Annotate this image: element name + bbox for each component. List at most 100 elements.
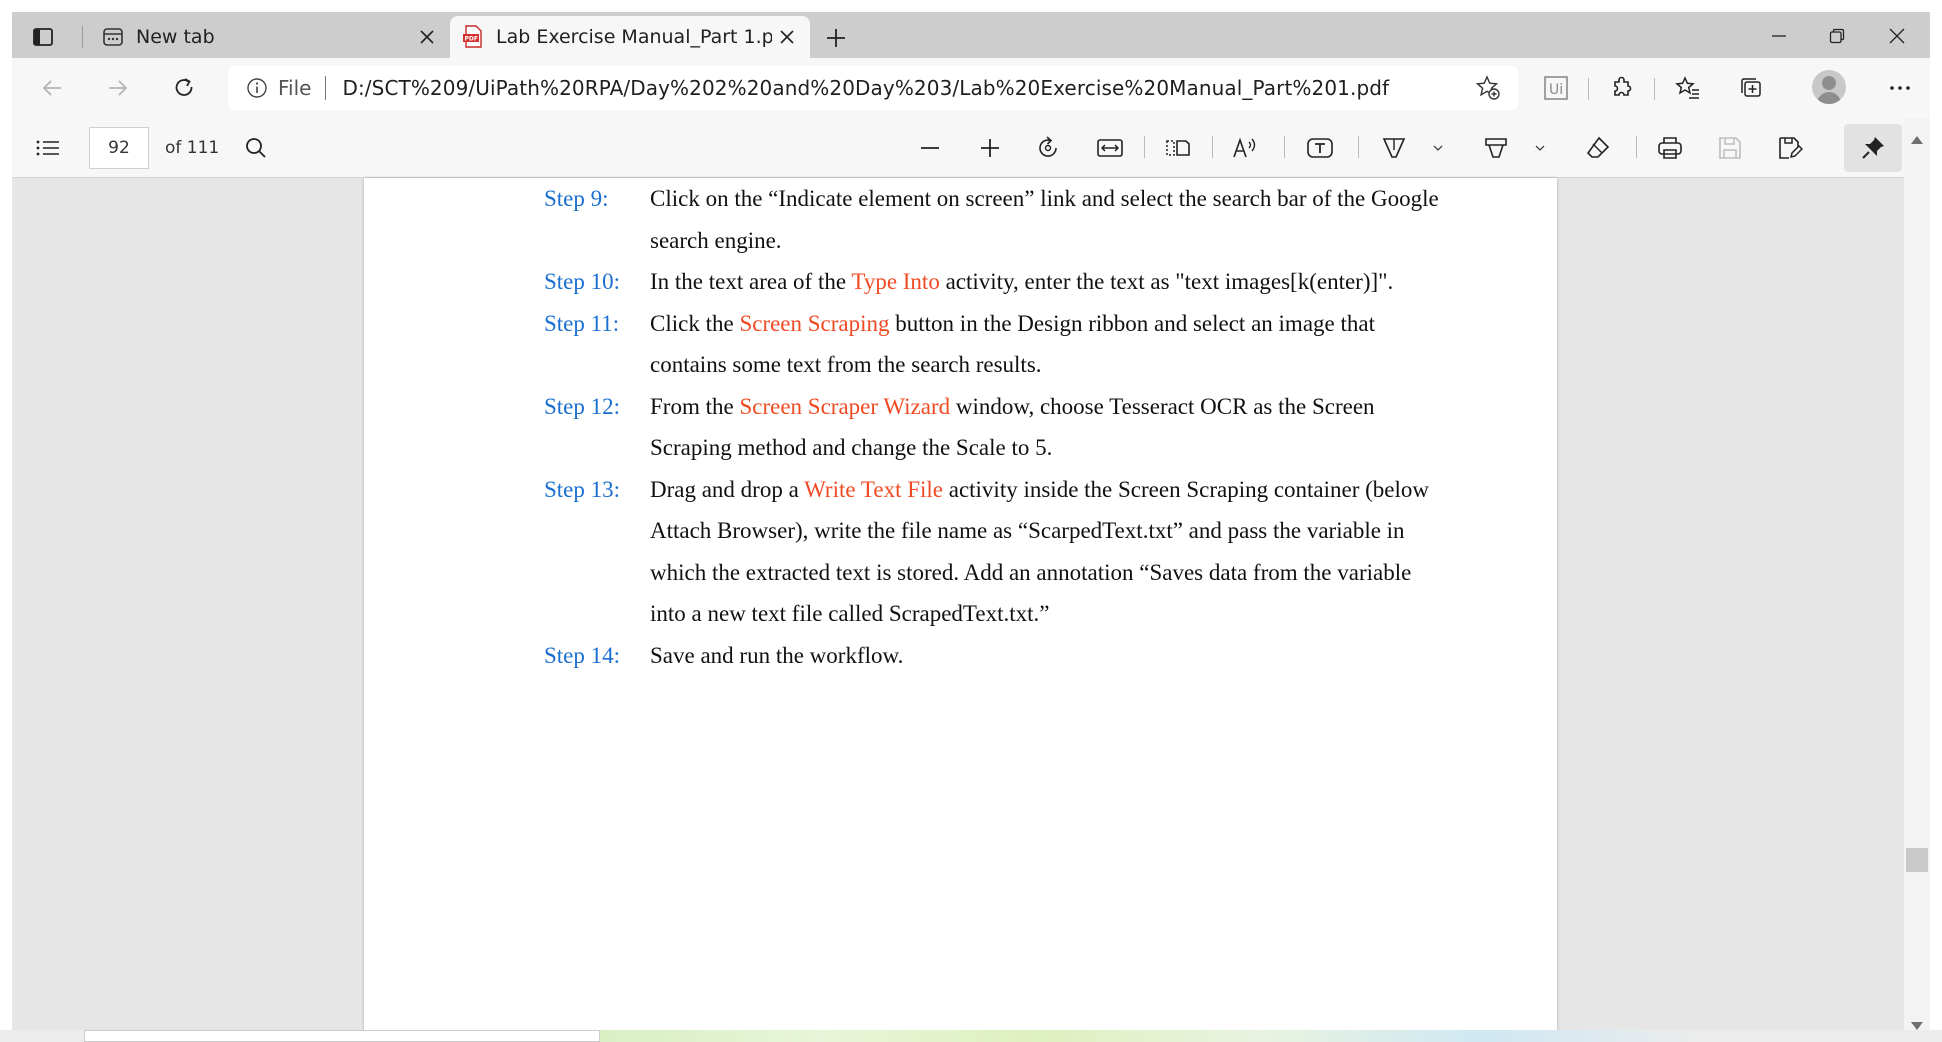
activity-name-highlight: Screen Scraping bbox=[739, 310, 890, 336]
page-view-button[interactable] bbox=[1160, 130, 1196, 166]
profile-avatar[interactable] bbox=[1812, 70, 1846, 104]
navigation-bar: File D:/SCT%209/UiPath%20RPA/Day%202%20a… bbox=[12, 58, 1930, 118]
page-count: of 111 bbox=[165, 138, 220, 158]
draw-button[interactable] bbox=[1376, 130, 1412, 166]
tab-strip: New tab PDF Lab Exercise Manual_Part 1.p… bbox=[12, 12, 1930, 58]
close-icon bbox=[420, 30, 434, 44]
add-text-button[interactable] bbox=[1302, 130, 1338, 166]
contents-list-icon bbox=[36, 140, 59, 156]
pin-toolbar-button[interactable] bbox=[1844, 124, 1902, 172]
close-tab-button[interactable] bbox=[412, 22, 442, 52]
refresh-button[interactable] bbox=[166, 70, 202, 106]
step-label: Step 9: bbox=[544, 186, 609, 211]
scrollbar-thumb[interactable] bbox=[1906, 848, 1928, 872]
highlight-options-dropdown[interactable] bbox=[1528, 130, 1552, 166]
step-text-segment: activity, enter the text as "text images… bbox=[939, 269, 1394, 294]
step-text-segment: Click the bbox=[650, 310, 740, 336]
collections-button[interactable] bbox=[1734, 70, 1770, 106]
step-text: In the text area of the Type Into activi… bbox=[650, 261, 1444, 303]
minimize-button[interactable] bbox=[1750, 18, 1808, 54]
address-bar[interactable]: File D:/SCT%209/UiPath%20RPA/Day%202%20a… bbox=[228, 66, 1518, 110]
favorites-icon bbox=[1675, 76, 1699, 99]
step-label: Step 10: bbox=[544, 269, 621, 294]
taskbar-search-box[interactable] bbox=[84, 1030, 600, 1042]
tab-actions-menu-button[interactable] bbox=[28, 22, 58, 52]
site-info-button[interactable] bbox=[246, 77, 268, 99]
toolbar-separator bbox=[1636, 136, 1637, 158]
tab-new-tab[interactable]: New tab bbox=[90, 16, 450, 58]
step-item: Step 11: Click the Screen Scraping button… bbox=[544, 303, 1444, 386]
save-as-icon bbox=[1779, 137, 1803, 159]
uipath-extension-button[interactable]: Ui bbox=[1538, 70, 1574, 106]
step-text-segment: Click on the “Indicate element on screen… bbox=[650, 186, 1439, 253]
url-text[interactable]: D:/SCT%209/UiPath%20RPA/Day%202%20and%20… bbox=[342, 76, 1389, 100]
pdf-file-icon: PDF bbox=[463, 25, 482, 48]
toolbar-separator bbox=[1144, 136, 1145, 158]
zoom-in-button[interactable] bbox=[972, 130, 1008, 166]
step-item: Step 13: Drag and drop a Write Text File … bbox=[544, 469, 1444, 635]
more-horizontal-icon bbox=[1890, 86, 1910, 90]
toolbar-separator bbox=[1654, 78, 1655, 100]
step-label: Step 13: bbox=[544, 476, 621, 502]
pdf-toolbar: 92 of 111 bbox=[12, 118, 1930, 178]
draw-pen-icon bbox=[1382, 138, 1406, 158]
taskbar-background bbox=[600, 1030, 1700, 1042]
step-item: Step 14: Save and run the workflow. bbox=[544, 635, 1444, 677]
activity-name-highlight: Screen Scraper Wizard bbox=[739, 393, 951, 419]
find-button[interactable] bbox=[238, 130, 274, 166]
activity-name-highlight: Write Text File bbox=[804, 476, 943, 502]
scroll-down-arrow-icon[interactable] bbox=[1911, 1022, 1923, 1030]
document-body: Step 9: Click on the “Indicate element on… bbox=[544, 178, 1444, 676]
page-number-input[interactable]: 92 bbox=[89, 127, 149, 169]
step-text: Save and run the workflow. bbox=[650, 635, 1444, 677]
scheme-label: File bbox=[278, 76, 312, 100]
close-window-button[interactable] bbox=[1868, 18, 1926, 54]
table-of-contents-button[interactable] bbox=[30, 130, 66, 166]
pdf-viewer: Step 9: Click on the “Indicate element on… bbox=[12, 178, 1930, 1042]
rotate-button[interactable] bbox=[1030, 130, 1066, 166]
read-aloud-icon bbox=[1233, 137, 1256, 158]
favorites-button[interactable] bbox=[1670, 70, 1706, 106]
collections-icon bbox=[1741, 78, 1761, 97]
add-favorite-button[interactable] bbox=[1472, 72, 1504, 104]
toolbar-separator bbox=[1212, 136, 1213, 158]
chevron-down-icon bbox=[1535, 145, 1545, 151]
step-text-segment: In the text area of the bbox=[650, 269, 852, 294]
step-text: Drag and drop a Write Text File activity… bbox=[650, 469, 1444, 635]
step-label: Step 12: bbox=[544, 393, 621, 419]
tab-pdf-document[interactable]: PDF Lab Exercise Manual_Part 1.pdf bbox=[450, 16, 810, 58]
back-button[interactable] bbox=[34, 70, 70, 106]
read-aloud-button[interactable] bbox=[1228, 130, 1264, 166]
new-tab-button[interactable] bbox=[820, 22, 852, 54]
close-tab-button[interactable] bbox=[772, 22, 802, 52]
step-label: Step 14: bbox=[544, 642, 621, 668]
tab-title: New tab bbox=[136, 26, 215, 48]
settings-more-button[interactable] bbox=[1882, 70, 1918, 106]
minus-icon bbox=[921, 147, 939, 149]
pin-icon bbox=[1862, 137, 1884, 159]
vertical-scrollbar[interactable] bbox=[1904, 118, 1930, 1042]
step-label: Step 11: bbox=[544, 310, 620, 336]
extensions-button[interactable] bbox=[1604, 70, 1640, 106]
step-text: Click on the “Indicate element on screen… bbox=[650, 178, 1444, 261]
step-item: Step 9: Click on the “Indicate element on… bbox=[544, 178, 1444, 261]
save-button[interactable] bbox=[1712, 130, 1748, 166]
minimize-icon bbox=[1772, 35, 1786, 37]
activity-name-highlight: Type Into bbox=[851, 269, 940, 294]
erase-button[interactable] bbox=[1580, 130, 1616, 166]
print-button[interactable] bbox=[1652, 130, 1688, 166]
step-text-segment: Save and run the workflow. bbox=[650, 642, 904, 668]
save-as-button[interactable] bbox=[1772, 130, 1808, 166]
restore-button[interactable] bbox=[1808, 18, 1866, 54]
fit-to-width-button[interactable] bbox=[1092, 130, 1128, 166]
refresh-icon bbox=[175, 78, 193, 96]
draw-options-dropdown[interactable] bbox=[1426, 130, 1450, 166]
tab-actions-icon bbox=[33, 28, 53, 46]
puzzle-icon bbox=[1614, 76, 1632, 96]
highlight-button[interactable] bbox=[1478, 130, 1514, 166]
plus-icon bbox=[827, 29, 845, 47]
browser-window: New tab PDF Lab Exercise Manual_Part 1.p… bbox=[12, 12, 1930, 1042]
scroll-up-arrow-icon[interactable] bbox=[1911, 136, 1923, 144]
step-text: Click the Screen Scraping button in the … bbox=[650, 303, 1444, 386]
forward-button[interactable] bbox=[100, 70, 136, 106]
